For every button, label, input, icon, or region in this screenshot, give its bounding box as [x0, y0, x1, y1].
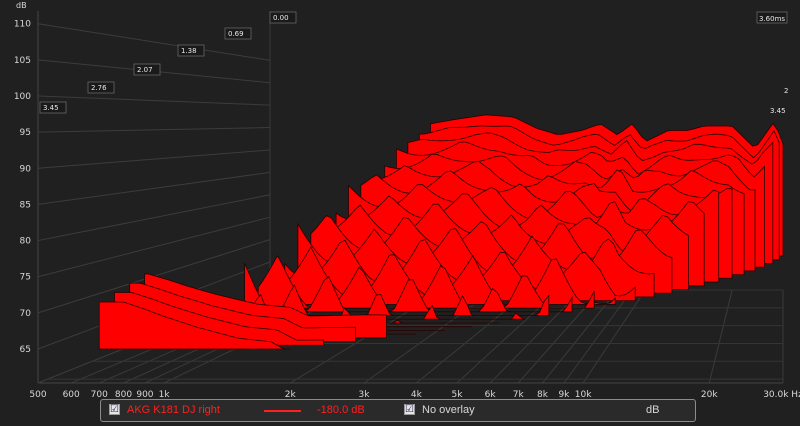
- y-tick-label: 110: [14, 20, 31, 30]
- series-checkbox[interactable]: ☑: [109, 404, 120, 415]
- series-value: -180.0 dB: [317, 404, 365, 416]
- x-tick-label: 600: [63, 390, 80, 400]
- x-tick-label: 20k: [701, 390, 718, 400]
- time-tag-label: 0.69: [228, 30, 244, 38]
- time-end-label: 3.60ms: [759, 15, 785, 23]
- y-tick-label: 75: [20, 273, 31, 283]
- y-tick-label: 80: [20, 237, 32, 247]
- y-tick-label: 90: [20, 164, 32, 174]
- y-tick-label: 65: [20, 345, 31, 355]
- y-tick-label: 105: [14, 56, 31, 66]
- overlay-label: No overlay: [422, 404, 475, 416]
- time-tag-label: 2.07: [137, 66, 153, 74]
- wall-gridline: [37, 171, 271, 205]
- chart-container: 65 70 75 80 85 90 95 100 105 110 dB 500 600 700 800 900…: [0, 0, 800, 426]
- time-tag-label: 0.00: [273, 14, 289, 22]
- time-tag-label: 3.45: [43, 104, 59, 112]
- waterfall-slices: [98, 114, 784, 350]
- series-name: AKG K181 DJ right: [127, 404, 220, 416]
- right-edge-label: 2: [784, 87, 788, 95]
- unit-label: dB: [646, 404, 660, 416]
- right-edge-label: 3.45: [770, 107, 786, 115]
- waterfall-plot: 65707580859095100105110dB500 600 700 800 900…: [14, 1, 800, 400]
- floor-gridline: [708, 289, 733, 384]
- overlay-checkbox[interactable]: ☑: [404, 404, 415, 415]
- y-tick-label: 70: [20, 309, 32, 319]
- wall-gridline: [37, 149, 271, 169]
- x-tick-label: 30.0k Hz: [763, 390, 800, 400]
- x-tick-label: 500: [29, 390, 46, 400]
- time-tag-label: 1.38: [181, 47, 197, 55]
- wall-gridline: [37, 194, 271, 242]
- wall-gridline: [37, 127, 271, 133]
- wall-gridline: [37, 95, 271, 106]
- wall-gridline: [37, 216, 271, 278]
- y-tick-label: 95: [20, 128, 31, 138]
- y-unit-label: dB: [16, 1, 27, 10]
- time-tag-label: 2.76: [91, 84, 107, 92]
- legend-bar: ☑ AKG K181 DJ right -180.0 dB ☑ No overl…: [100, 399, 696, 422]
- y-tick-label: 100: [14, 92, 31, 102]
- series-line-swatch: [264, 410, 301, 412]
- y-tick-label: 85: [20, 200, 31, 210]
